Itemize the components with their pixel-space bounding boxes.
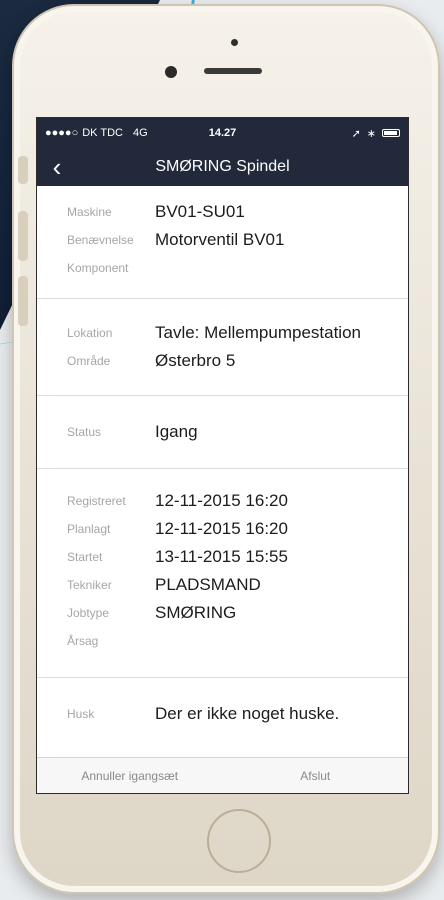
home-button[interactable]	[207, 809, 271, 873]
battery-icon	[382, 129, 400, 137]
field-value: 12-11-2015 16:20	[155, 519, 288, 538]
detail-row: Planlagt 12-11-2015 16:20	[37, 515, 408, 543]
field-label: Husk	[67, 707, 95, 721]
field-label: Område	[67, 354, 111, 368]
front-camera	[165, 66, 177, 78]
location-arrow-icon: ➚	[351, 127, 361, 140]
volume-down-button	[18, 276, 28, 326]
detail-row: Årsag	[37, 627, 408, 655]
signal-dots-icon: ●●●●○	[45, 127, 79, 139]
field-value: PLADSMAND	[155, 575, 261, 594]
network-type: 4G	[132, 127, 148, 139]
detail-row: Status Igang	[37, 418, 408, 446]
remember-section: Husk Der er ikke noget huske.	[37, 678, 408, 742]
detail-row: Benævnelse Motorventil BV01	[37, 226, 408, 254]
volume-up-button	[18, 211, 28, 261]
field-value: Der er ikke noget huske.	[155, 704, 340, 723]
status-section: Status Igang	[37, 396, 408, 469]
field-label: Tekniker	[67, 578, 112, 592]
back-button[interactable]: ‹	[37, 148, 77, 186]
detail-row: Registreret 12-11-2015 16:20	[37, 487, 408, 515]
detail-row: Tekniker PLADSMAND	[37, 571, 408, 599]
status-value: Igang	[155, 422, 198, 441]
detail-row: Lokation Tavle: Mellempumpestation	[37, 319, 408, 347]
detail-row: Komponent	[37, 254, 408, 282]
field-value: 12-11-2015 16:20	[155, 491, 288, 510]
field-value: BV01-SU01	[155, 202, 245, 221]
field-label: Registreret	[67, 494, 126, 508]
cancel-start-button[interactable]: Annuller igangsæt	[37, 769, 223, 783]
field-label: Komponent	[67, 261, 129, 275]
bluetooth-icon: ∗	[366, 127, 376, 140]
field-label: Årsag	[67, 634, 99, 648]
detail-row: Startet 13-11-2015 15:55	[37, 543, 408, 571]
machine-section: Maskine BV01-SU01 Benævnelse Motorventil…	[37, 186, 408, 299]
field-label: Benævnelse	[67, 233, 134, 247]
field-label: Maskine	[67, 205, 112, 219]
field-label: Planlagt	[67, 522, 111, 536]
mute-switch	[18, 156, 28, 184]
navigation-bar: ‹ SMØRING Spindel	[37, 148, 408, 186]
chevron-left-icon: ‹	[52, 151, 62, 182]
app-screen: ●●●●○ DK TDC 4G 14.27 ➚ ∗ ‹ SMØRING Spin…	[36, 117, 409, 794]
earpiece-speaker	[204, 68, 262, 74]
field-value: Motorventil BV01	[155, 230, 285, 249]
field-value: Tavle: Mellempumpestation	[155, 323, 361, 342]
field-label: Jobtype	[67, 606, 110, 620]
location-section: Lokation Tavle: Mellempumpestation Områd…	[37, 299, 408, 396]
proximity-sensor	[231, 39, 238, 46]
detail-row: Jobtype SMØRING	[37, 599, 408, 627]
bottom-toolbar: Annuller igangsæt Afslut	[37, 757, 408, 793]
field-value: SMØRING	[155, 603, 237, 622]
job-section: Registreret 12-11-2015 16:20 Planlagt 12…	[37, 469, 408, 678]
status-bar: ●●●●○ DK TDC 4G 14.27 ➚ ∗	[37, 118, 408, 148]
carrier-name: DK TDC	[82, 127, 123, 139]
field-value: 13-11-2015 15:55	[155, 547, 288, 566]
field-label: Lokation	[67, 326, 113, 340]
page-title: SMØRING Spindel	[155, 158, 290, 175]
detail-row: Maskine BV01-SU01	[37, 198, 408, 226]
field-value: Østerbro 5	[155, 351, 236, 370]
field-label: Status	[67, 425, 102, 439]
detail-list[interactable]: Maskine BV01-SU01 Benævnelse Motorventil…	[37, 186, 408, 759]
finish-button[interactable]: Afslut	[223, 769, 409, 783]
detail-row: Område Østerbro 5	[37, 347, 408, 375]
detail-row: Husk Der er ikke noget huske.	[37, 700, 408, 728]
field-label: Startet	[67, 550, 103, 564]
